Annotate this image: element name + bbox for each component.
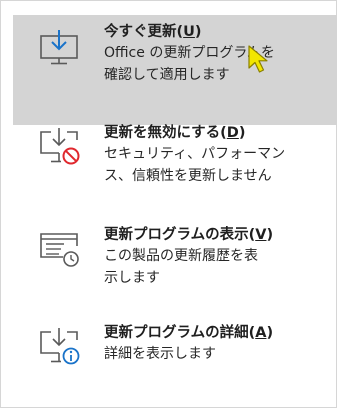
view-updates-title: 更新プログラムの表示(V) <box>104 227 274 243</box>
update-now-menu-item[interactable]: 今すぐ更新(U) Office の更新プログラムを 確認して適用します <box>13 15 337 125</box>
about-updates-title: 更新プログラムの詳細(A) <box>104 325 274 341</box>
update-disabled-icon <box>40 128 80 165</box>
download-monitor-icon <box>40 30 78 65</box>
mouse-pointer-icon <box>248 45 268 73</box>
update-options-menu: 今すぐ更新(U) Office の更新プログラムを 確認して適用します 更新を無… <box>0 0 337 408</box>
update-history-icon <box>40 233 79 267</box>
update-now-description: Office の更新プログラムを 確認して適用します <box>104 45 275 83</box>
about-updates-description: 詳細を表示します <box>104 346 216 362</box>
update-now-title: 今すぐ更新(U) <box>104 24 202 40</box>
about-updates-menu-item[interactable]: 更新プログラムの詳細(A) 詳細を表示します <box>13 319 337 389</box>
disable-updates-menu-item[interactable]: 更新を無効にする(D) セキュリティ、パフォーマン ス、信頼性を更新しません <box>13 119 337 219</box>
disable-updates-description: セキュリティ、パフォーマン ス、信頼性を更新しません <box>104 146 286 184</box>
update-info-icon <box>40 328 80 365</box>
view-updates-description: この製品の更新履歴を表 示します <box>104 248 258 286</box>
view-updates-menu-item[interactable]: 更新プログラムの表示(V) この製品の更新履歴を表 示します <box>13 221 337 311</box>
disable-updates-title: 更新を無効にする(D) <box>104 125 246 141</box>
